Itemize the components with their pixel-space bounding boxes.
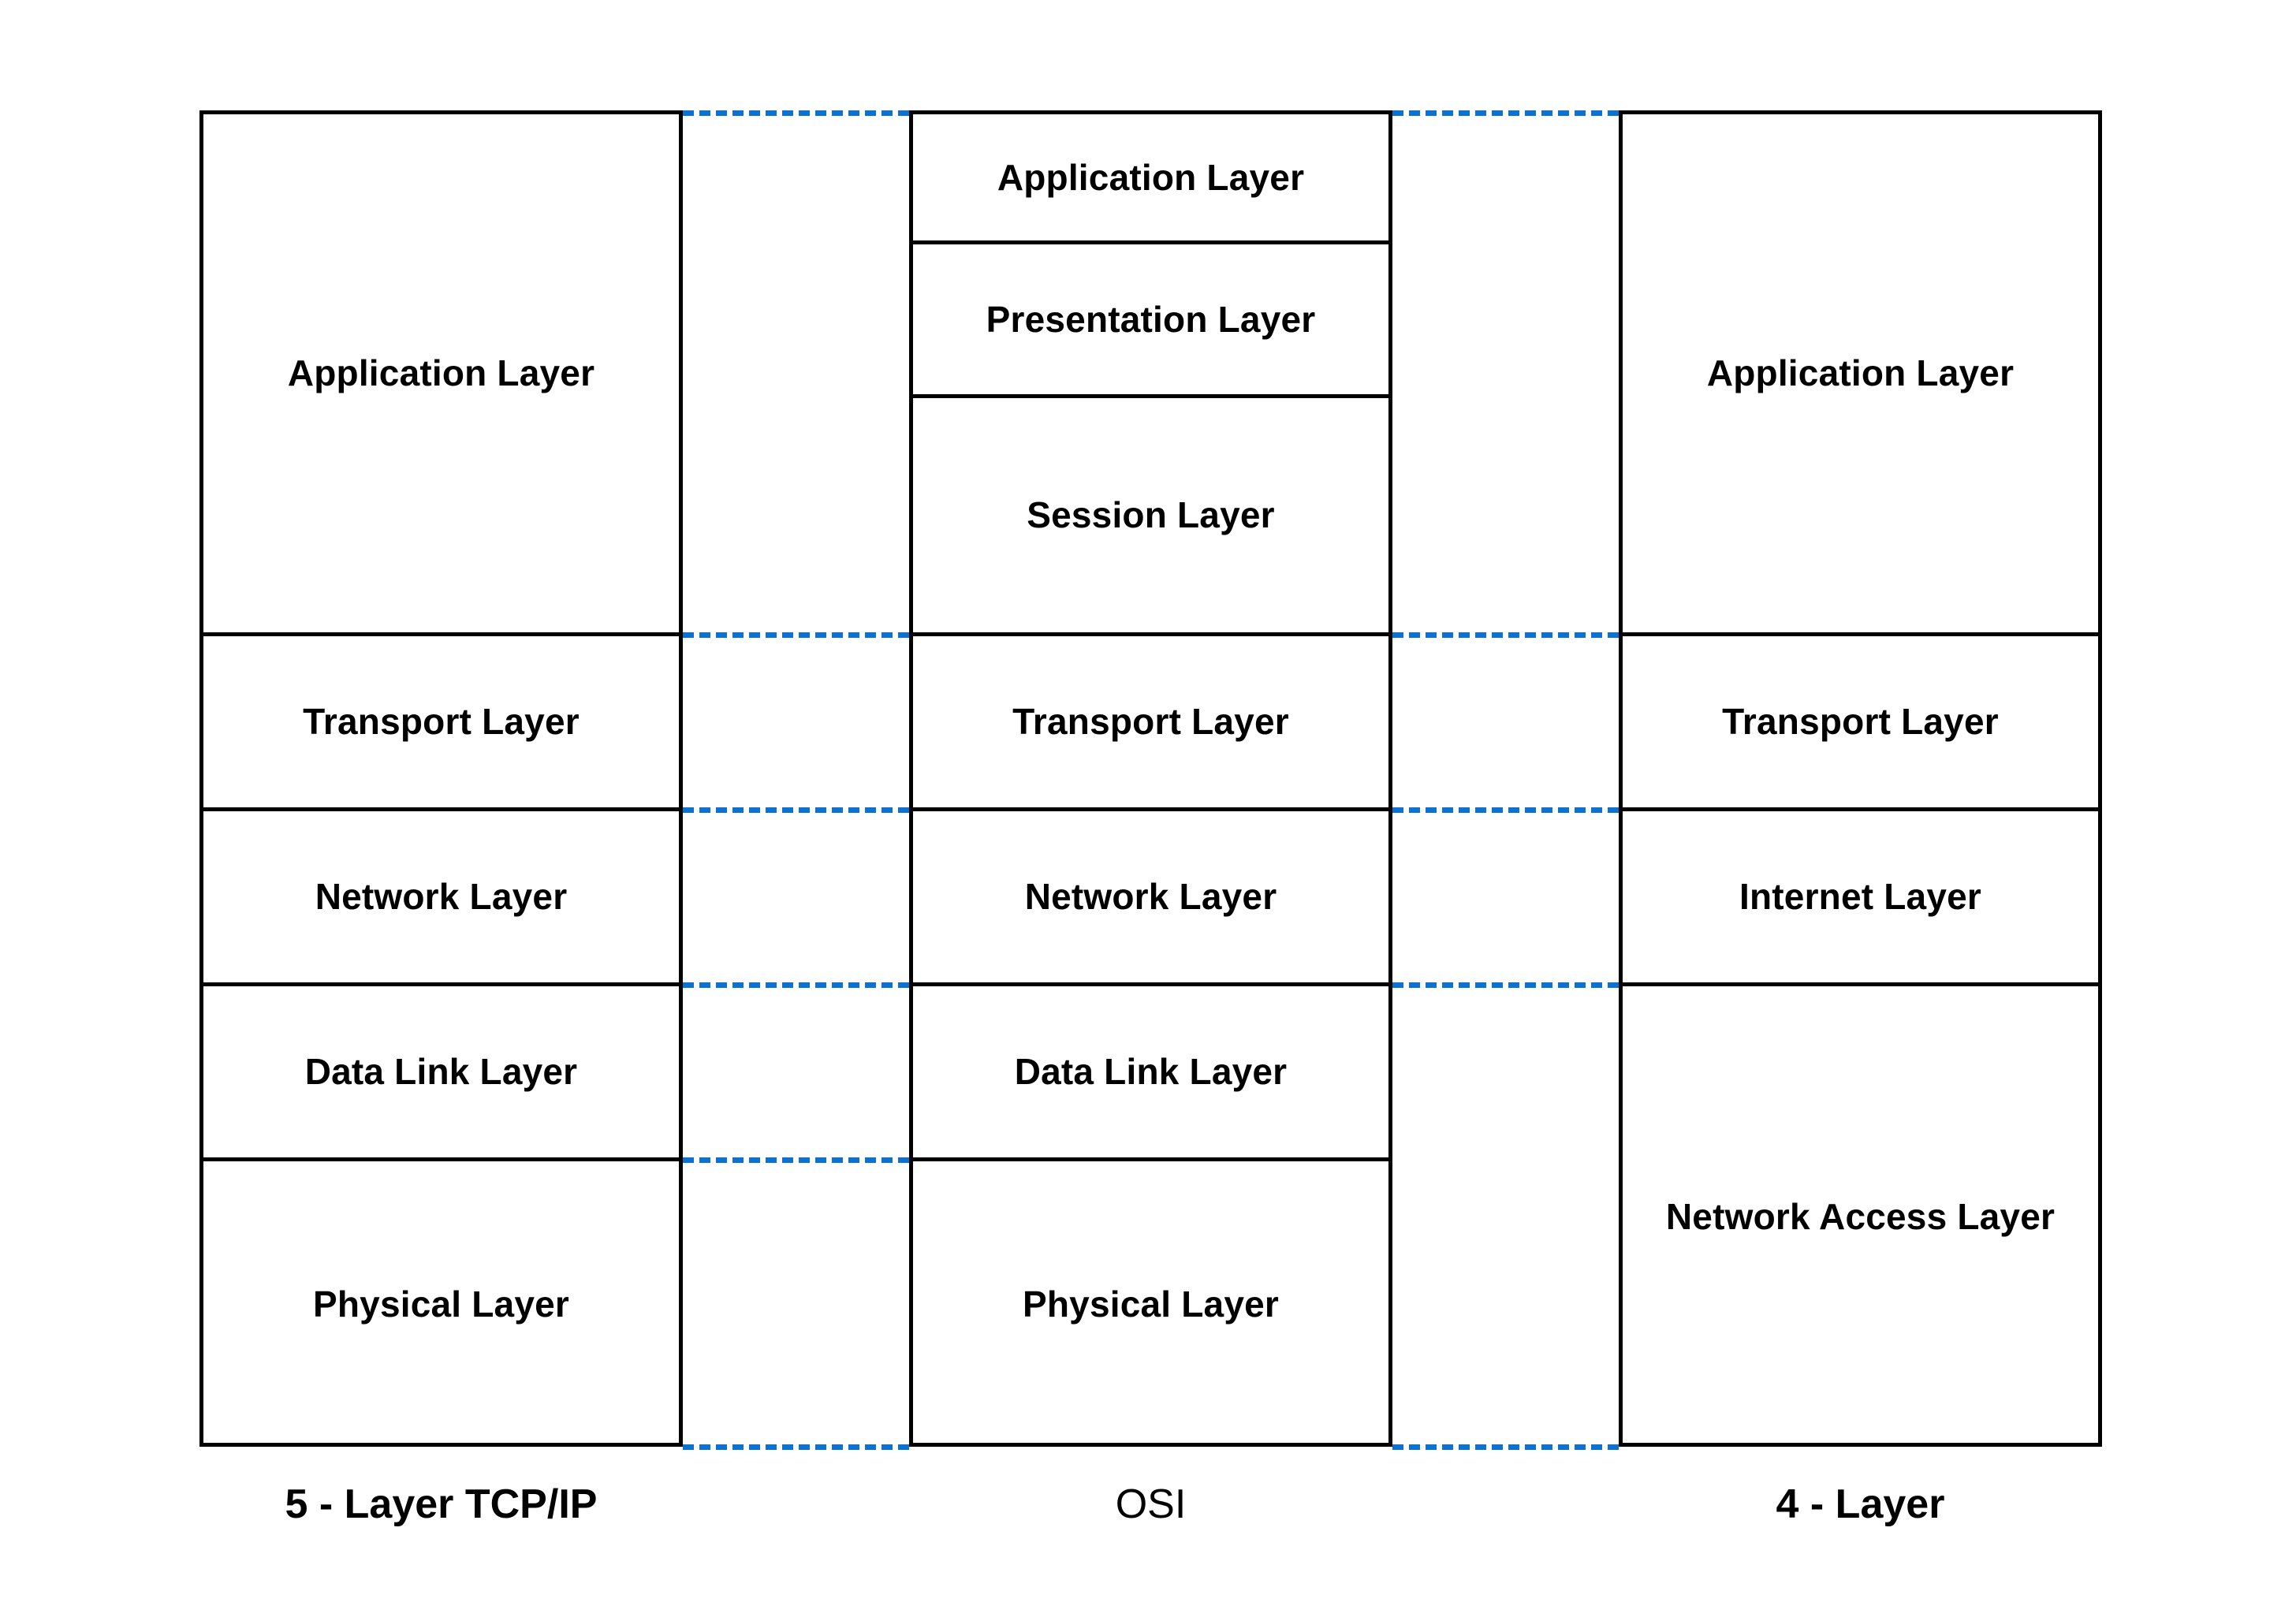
connector-dash-right-top [1392,110,1619,116]
layer-cell-tcpip5-datalink: Data Link Layer [203,986,679,1161]
layer-label: Network Layer [315,876,568,918]
layer-label: Application Layer [287,352,595,394]
layer-cell-tcpip4-application: Application Layer [1623,114,2098,636]
connector-dash-right-internet [1392,807,1619,813]
connector-dash-right-network-access [1392,982,1619,988]
column-tcpip-5-layer: Application Layer Transport Layer Networ… [199,110,683,1447]
layer-label: Internet Layer [1739,876,1981,918]
layer-label: Transport Layer [1722,701,1999,743]
layer-cell-tcpip5-transport: Transport Layer [203,636,679,811]
osi-tcpip-layer-comparison-diagram: Application Layer Transport Layer Networ… [0,0,2296,1606]
connector-dash-left-physical [683,1157,909,1163]
layer-cell-tcpip4-transport: Transport Layer [1623,636,2098,811]
layer-cell-osi-transport: Transport Layer [913,636,1388,811]
caption-tcpip-4-layer: 4 - Layer [1776,1481,1945,1527]
caption-osi: OSI [1115,1481,1187,1527]
layer-cell-osi-datalink: Data Link Layer [913,986,1388,1161]
layer-label: Physical Layer [1022,1283,1279,1325]
layer-label: Transport Layer [1012,701,1289,743]
layer-cell-tcpip5-network: Network Layer [203,811,679,986]
layer-cell-osi-network: Network Layer [913,811,1388,986]
layer-cell-osi-session: Session Layer [913,398,1388,636]
connector-dash-right-transport [1392,632,1619,638]
column-osi: Application Layer Presentation Layer Ses… [909,110,1392,1447]
layer-cell-osi-physical: Physical Layer [913,1161,1388,1447]
layer-cell-osi-presentation: Presentation Layer [913,244,1388,398]
caption-tcpip-5-layer: 5 - Layer TCP/IP [285,1481,598,1527]
column-tcpip-4-layer: Application Layer Transport Layer Intern… [1619,110,2102,1447]
connector-dash-left-datalink [683,982,909,988]
connector-dash-left-bottom [683,1444,909,1450]
layer-label: Data Link Layer [304,1051,578,1093]
layer-label: Data Link Layer [1014,1051,1288,1093]
connector-dash-right-bottom [1392,1444,1619,1450]
layer-cell-tcpip5-physical: Physical Layer [203,1161,679,1447]
connector-dash-left-network [683,807,909,813]
layer-label: Physical Layer [312,1283,569,1325]
connector-dash-left-transport [683,632,909,638]
layer-label: Transport Layer [303,701,580,743]
layer-label: Presentation Layer [986,298,1316,340]
layer-label: Session Layer [1027,494,1275,536]
layer-label: Application Layer [1706,352,2015,394]
layer-cell-osi-application: Application Layer [913,114,1388,244]
layer-cell-tcpip5-application: Application Layer [203,114,679,636]
layer-label: Network Layer [1024,876,1277,918]
layer-cell-tcpip4-network-access: Network Access Layer [1623,986,2098,1448]
layer-cell-tcpip4-internet: Internet Layer [1623,811,2098,986]
layer-label: Network Access Layer [1665,1196,2056,1238]
layer-label: Application Layer [997,156,1305,198]
connector-dash-left-top [683,110,909,116]
